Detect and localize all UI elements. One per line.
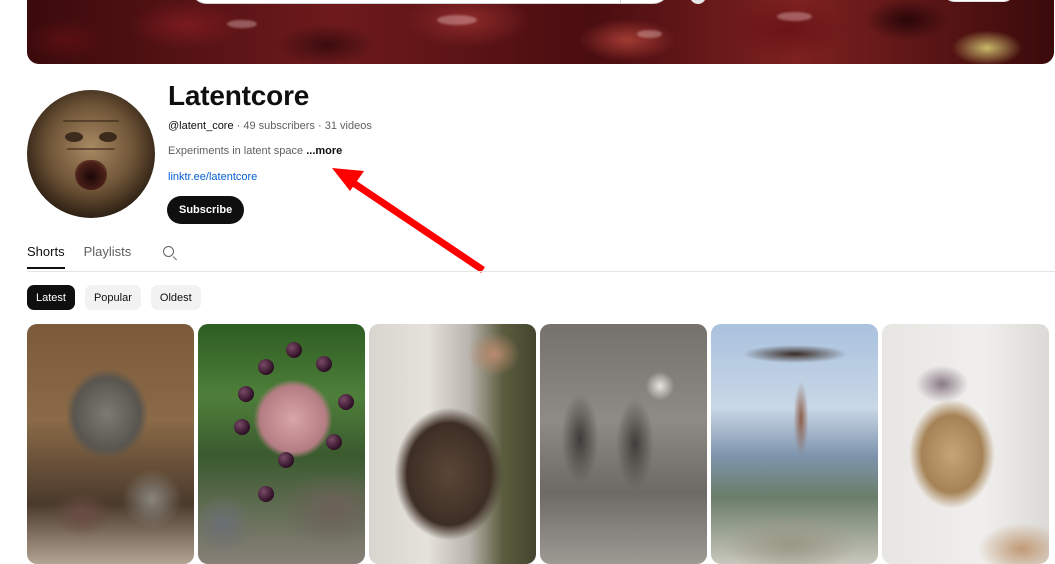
- chip-latest[interactable]: Latest: [27, 285, 75, 310]
- description-text: Experiments in latent space: [168, 145, 304, 157]
- shorts-grid: [27, 324, 1049, 564]
- topbar-button-edge[interactable]: [942, 0, 1016, 2]
- tab-shorts[interactable]: Shorts: [27, 238, 65, 269]
- chip-oldest[interactable]: Oldest: [150, 285, 201, 310]
- channel-name: Latentcore: [168, 80, 310, 111]
- search-bar-divider: [620, 0, 621, 3]
- channel-handle: @latent_core: [168, 120, 234, 132]
- sort-chips: Latest Popular Oldest: [27, 285, 201, 310]
- meta-separator: ·: [318, 120, 322, 132]
- avatar-eye-right: [99, 132, 117, 142]
- short-thumbnail[interactable]: [711, 324, 878, 564]
- chip-popular[interactable]: Popular: [84, 285, 141, 310]
- channel-meta: @latent_core · 49 subscribers · 31 video…: [168, 120, 372, 132]
- channel-external-link[interactable]: linktr.ee/latentcore: [168, 171, 257, 183]
- avatar-mouth: [75, 160, 107, 190]
- short-thumbnail[interactable]: [27, 324, 194, 564]
- tabs-divider: [27, 271, 1055, 272]
- tab-playlists[interactable]: Playlists: [84, 238, 132, 269]
- video-count: 31 videos: [324, 120, 372, 132]
- subscribe-button[interactable]: Subscribe: [167, 196, 245, 224]
- channel-tabs: Shorts Playlists: [27, 238, 178, 272]
- short-thumbnail[interactable]: [198, 324, 365, 564]
- channel-banner: [27, 0, 1054, 64]
- short-thumbnail[interactable]: [882, 324, 1049, 564]
- search-icon[interactable]: [162, 245, 178, 261]
- more-link[interactable]: ...more: [306, 145, 342, 157]
- annotation-arrow-icon: [332, 168, 485, 273]
- avatar-eye-left: [65, 132, 83, 142]
- subscriber-count: 49 subscribers: [243, 120, 315, 132]
- channel-description: Experiments in latent space ...more: [168, 145, 342, 157]
- short-thumbnail[interactable]: [369, 324, 536, 564]
- short-thumbnail[interactable]: [540, 324, 707, 564]
- channel-avatar[interactable]: [27, 90, 155, 218]
- meta-separator: ·: [236, 120, 241, 132]
- search-bar-edge[interactable]: [190, 0, 670, 4]
